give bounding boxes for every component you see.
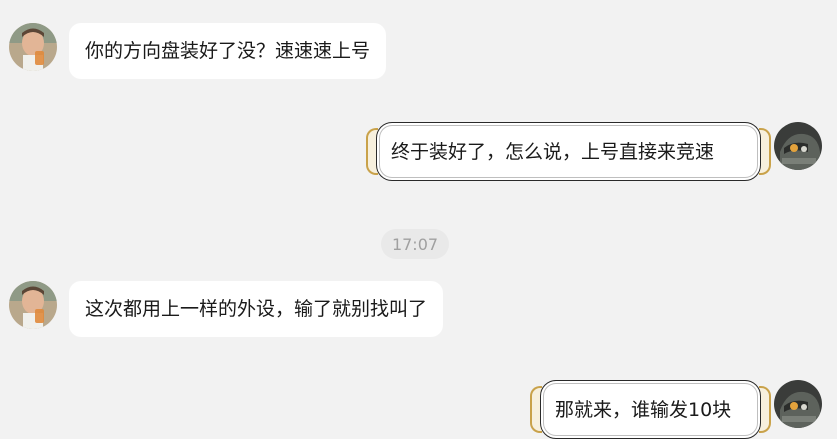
message-bubble-outgoing[interactable]: 终于装好了，怎么说，上号直接来竞速 bbox=[366, 122, 771, 181]
robot-avatar-icon bbox=[774, 122, 822, 170]
self-avatar[interactable] bbox=[774, 380, 822, 428]
person-avatar-icon bbox=[9, 281, 57, 329]
message-timestamp: 17:07 bbox=[381, 229, 449, 259]
message-text: 那就来，谁输发10块 bbox=[555, 398, 732, 421]
message-text: 你的方向盘装好了没？速速速上号 bbox=[85, 40, 371, 62]
contact-avatar[interactable] bbox=[9, 281, 57, 329]
message-bubble-incoming[interactable]: 这次都用上一样的外设，输了就别找叫了 bbox=[69, 281, 444, 337]
self-avatar[interactable] bbox=[774, 122, 822, 170]
contact-avatar[interactable] bbox=[9, 23, 57, 71]
message-bubble-incoming[interactable]: 你的方向盘装好了没？速速速上号 bbox=[69, 23, 387, 79]
message-text: 终于装好了，怎么说，上号直接来竞速 bbox=[391, 140, 715, 163]
message-text: 这次都用上一样的外设，输了就别找叫了 bbox=[85, 298, 428, 320]
message-bubble-outgoing[interactable]: 那就来，谁输发10块 bbox=[530, 380, 771, 439]
person-avatar-icon bbox=[9, 23, 57, 71]
robot-avatar-icon bbox=[774, 380, 822, 428]
